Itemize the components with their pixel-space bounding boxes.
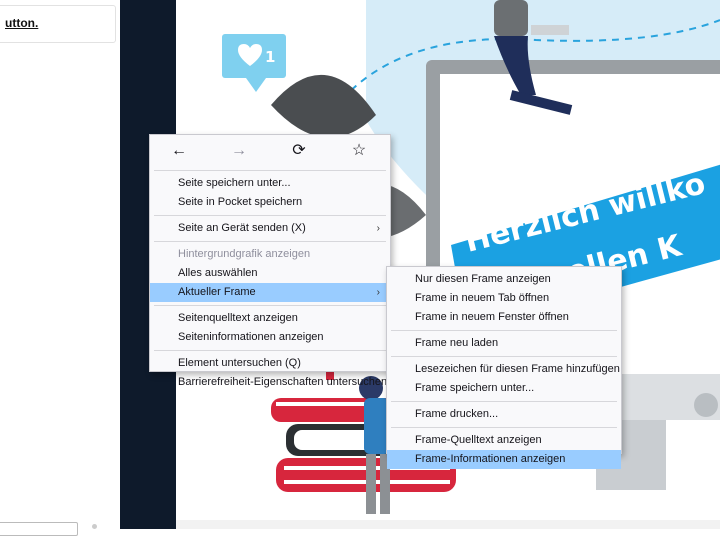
submenu-item-print-frame[interactable]: Frame drucken...	[387, 405, 621, 424]
menu-item-label: Nur diesen Frame anzeigen	[415, 273, 551, 285]
hint-box: utton.	[0, 5, 116, 43]
menu-item-save-page[interactable]: Seite speichern unter...	[150, 174, 390, 193]
submenu-item-bookmark-frame[interactable]: Lesezeichen für diesen Frame hinzufügen	[387, 360, 621, 379]
menu-item-label: Barrierefreiheit-Eigenschaften untersuch…	[178, 376, 388, 388]
submenu-item-show-only-frame[interactable]: Nur diesen Frame anzeigen	[387, 270, 621, 289]
menu-item-inspect-accessibility[interactable]: Barrierefreiheit-Eigenschaften untersuch…	[150, 373, 390, 392]
context-menu: ← → ⟳ ☆ Seite speichern unter... Seite i…	[149, 134, 391, 388]
menu-item-label: Frame in neuem Fenster öffnen	[415, 311, 569, 323]
like-badge: 1	[222, 34, 286, 92]
bottom-strip	[176, 520, 720, 529]
menu-item-current-frame[interactable]: Aktueller Frame ›	[150, 283, 390, 302]
menu-item-label: Seitenquelltext anzeigen	[178, 312, 298, 324]
bottom-input-field[interactable]	[0, 522, 78, 536]
submenu-item-reload-frame[interactable]: Frame neu laden	[387, 334, 621, 353]
menu-item-inspect-element[interactable]: Element untersuchen (Q)	[150, 354, 390, 373]
menu-separator	[154, 241, 386, 242]
menu-separator	[154, 215, 386, 216]
menu-item-view-background-image[interactable]: Hintergrundgrafik anzeigen	[150, 245, 390, 264]
reload-icon[interactable]: ⟳	[288, 141, 310, 161]
chevron-right-icon: ›	[376, 223, 380, 234]
menu-item-label: Frame neu laden	[415, 337, 499, 349]
menu-item-label: Aktueller Frame	[178, 286, 256, 298]
menu-separator	[154, 305, 386, 306]
menu-separator	[391, 401, 617, 402]
menu-item-label: Frame-Quelltext anzeigen	[415, 434, 542, 446]
menu-separator	[391, 330, 617, 331]
menu-item-label: Seiteninformationen anzeigen	[178, 331, 324, 343]
submenu-item-open-frame-new-tab[interactable]: Frame in neuem Tab öffnen	[387, 289, 621, 308]
bookmark-star-icon[interactable]: ☆	[348, 141, 370, 161]
submenu-item-view-frame-source[interactable]: Frame-Quelltext anzeigen	[387, 431, 621, 450]
back-arrow-icon[interactable]: ←	[168, 141, 190, 161]
menu-item-label: Seite speichern unter...	[178, 177, 291, 189]
forward-arrow-icon[interactable]: →	[228, 141, 250, 161]
menu-item-view-page-info[interactable]: Seiteninformationen anzeigen	[150, 328, 390, 347]
menu-item-send-to-device[interactable]: Seite an Gerät senden (X) ›	[150, 219, 390, 238]
menu-item-label: Frame speichern unter...	[415, 382, 535, 394]
menu-item-label: Seite an Gerät senden (X)	[178, 222, 306, 234]
menu-item-label: Element untersuchen (Q)	[178, 357, 301, 369]
menu-separator	[154, 350, 386, 351]
menu-item-select-all[interactable]: Alles auswählen	[150, 264, 390, 283]
bottom-dot	[92, 524, 97, 529]
menu-item-label: Hintergrundgrafik anzeigen	[178, 248, 311, 260]
like-count: 1	[265, 48, 275, 66]
menu-separator	[391, 356, 617, 357]
submenu-item-open-frame-new-window[interactable]: Frame in neuem Fenster öffnen	[387, 308, 621, 327]
menu-item-view-page-source[interactable]: Seitenquelltext anzeigen	[150, 309, 390, 328]
frame-submenu: Nur diesen Frame anzeigen Frame in neuem…	[386, 266, 622, 469]
menu-item-label: Frame drucken...	[415, 408, 499, 420]
menu-item-save-to-pocket[interactable]: Seite in Pocket speichern	[150, 193, 390, 212]
menu-item-label: Frame-Informationen anzeigen	[415, 453, 566, 465]
hint-link-text[interactable]: utton.	[5, 16, 38, 30]
menu-item-label: Alles auswählen	[178, 267, 258, 279]
menu-item-label: Frame in neuem Tab öffnen	[415, 292, 550, 304]
menu-item-label: Seite in Pocket speichern	[178, 196, 303, 208]
chevron-right-icon: ›	[376, 287, 380, 298]
menu-separator	[154, 170, 386, 171]
submenu-item-view-frame-info[interactable]: Frame-Informationen anzeigen	[387, 450, 621, 469]
menu-separator	[391, 427, 617, 428]
menu-item-label: Lesezeichen für diesen Frame hinzufügen	[415, 363, 620, 375]
submenu-item-save-frame[interactable]: Frame speichern unter...	[387, 379, 621, 398]
context-nav-row: ← → ⟳ ☆	[150, 135, 390, 167]
page-left-area: utton.	[0, 0, 120, 536]
